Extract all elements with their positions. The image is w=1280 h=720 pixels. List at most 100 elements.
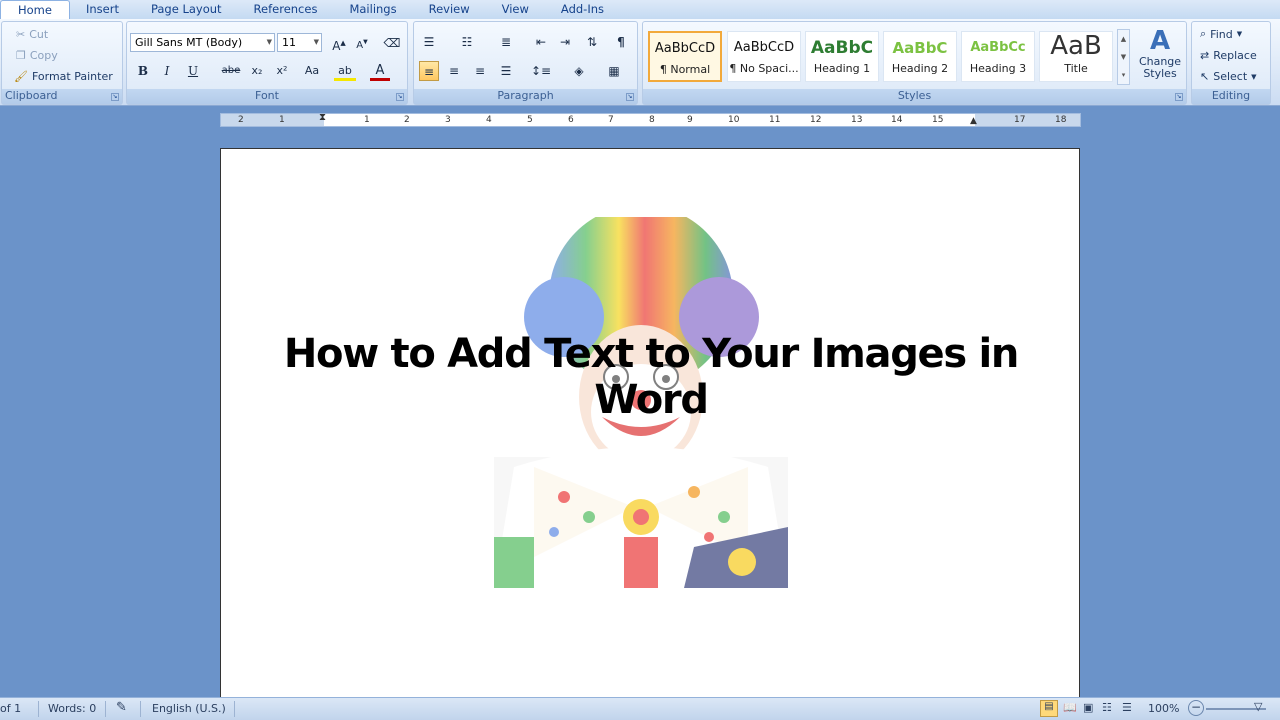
change-case-button[interactable]: Aa: [299, 61, 325, 81]
numbering-button[interactable]: ☷: [457, 32, 477, 52]
bullets-button[interactable]: ☰: [419, 32, 439, 52]
highlighter-icon: ab: [338, 64, 352, 77]
styles-dialog-launcher-icon[interactable]: ↘: [1175, 93, 1183, 101]
align-left-button[interactable]: ≡: [419, 61, 439, 81]
tab-view[interactable]: View: [486, 0, 545, 19]
cut-label: Cut: [29, 28, 49, 41]
page-count[interactable]: of 1: [0, 702, 21, 715]
status-separator: [234, 701, 235, 717]
paragraph-dialog-launcher-icon[interactable]: ↘: [626, 93, 634, 101]
scroll-down-icon[interactable]: ▼: [1118, 48, 1129, 66]
first-line-indent-marker-icon[interactable]: ⧗: [319, 112, 326, 123]
status-separator: [105, 701, 106, 717]
align-right-button[interactable]: ≡: [470, 61, 490, 81]
subscript-button[interactable]: x₂: [247, 61, 267, 81]
clipboard-dialog-launcher-icon[interactable]: ↘: [111, 93, 119, 101]
font-color-button[interactable]: A: [370, 61, 390, 81]
zoom-slider-thumb-icon[interactable]: ▽: [1254, 700, 1262, 713]
outline-view-icon[interactable]: ☷: [1102, 701, 1112, 714]
binoculars-icon: ⌕: [1200, 27, 1207, 40]
styles-gallery-scroll[interactable]: ▲ ▼ ▾: [1117, 29, 1130, 85]
decrease-indent-button[interactable]: ⇤: [531, 32, 551, 52]
clear-formatting-button[interactable]: ⌫: [382, 33, 402, 53]
paintbrush-icon: 🖌: [14, 70, 28, 83]
sort-button[interactable]: ⇅: [582, 32, 602, 52]
tab-references[interactable]: References: [238, 0, 334, 19]
style-name: Heading 3: [969, 62, 1027, 75]
line-spacing-icon: ↕≡: [530, 64, 552, 78]
strikethrough-button[interactable]: abe: [221, 61, 241, 81]
proofing-icon[interactable]: ✎: [116, 700, 127, 715]
style-name: ¶ No Spaci...: [729, 62, 799, 75]
status-bar: of 1 Words: 0 ✎ English (U.S.) ▤ 📖 ▣ ☷ ☰…: [0, 697, 1280, 720]
paragraph-group: ☰ ☷ ≣ ⇤ ⇥ ⇅ ¶ ≡ ≡ ≡ ☰ ↕≡ ◈ ▦ Paragraph ↘: [413, 21, 638, 105]
style-normal[interactable]: AaBbCcD ¶ Normal: [648, 31, 722, 82]
paint-bucket-icon: ◈: [574, 64, 584, 78]
shading-button[interactable]: ◈: [564, 61, 594, 81]
web-layout-view-icon[interactable]: ▣: [1083, 701, 1093, 714]
full-screen-reading-view-icon[interactable]: 📖: [1063, 701, 1077, 714]
font-size-select[interactable]: 11 ▼: [277, 33, 322, 52]
change-styles-button[interactable]: A Change Styles: [1135, 26, 1185, 86]
status-separator: [140, 701, 141, 717]
style-name: ¶ Normal: [659, 63, 711, 76]
bullet-list-icon: ☰: [423, 35, 435, 49]
ruler-number: 15: [932, 115, 944, 125]
tab-review[interactable]: Review: [413, 0, 486, 19]
tab-insert[interactable]: Insert: [70, 0, 135, 19]
underline-button[interactable]: U: [183, 61, 203, 81]
font-name-select[interactable]: Gill Sans MT (Body) ▼: [130, 33, 275, 52]
gallery-more-icon[interactable]: ▾: [1118, 66, 1129, 84]
zoom-out-icon[interactable]: −: [1188, 700, 1204, 716]
style-name: Title: [1064, 62, 1088, 75]
style-heading-2[interactable]: AaBbC Heading 2: [883, 31, 957, 82]
show-hide-marks-button[interactable]: ¶: [611, 32, 631, 52]
clipboard-group: ✂ Cut ❐ Copy 🖌 Format Painter Clipboard …: [1, 21, 123, 105]
zoom-level[interactable]: 100%: [1148, 702, 1179, 715]
print-layout-view-icon[interactable]: ▤: [1040, 700, 1058, 717]
document-page[interactable]: How to Add Text to Your Images in Word: [220, 148, 1080, 708]
select-button[interactable]: ↖ Select ▼: [1200, 70, 1257, 83]
increase-indent-button[interactable]: ⇥: [555, 32, 575, 52]
tab-home[interactable]: Home: [0, 0, 70, 19]
tab-page-layout[interactable]: Page Layout: [135, 0, 238, 19]
style-heading-3[interactable]: AaBbCc Heading 3: [961, 31, 1035, 82]
style-heading-1[interactable]: AaBbC Heading 1: [805, 31, 879, 82]
find-button[interactable]: ⌕ Find ▼: [1200, 27, 1242, 41]
pilcrow-icon: ¶: [617, 35, 625, 49]
word-count[interactable]: Words: 0: [48, 702, 96, 715]
font-dialog-launcher-icon[interactable]: ↘: [396, 93, 404, 101]
italic-button[interactable]: I: [157, 61, 177, 81]
chevron-down-icon: ▼: [1236, 30, 1243, 38]
tab-mailings[interactable]: Mailings: [333, 0, 412, 19]
align-center-button[interactable]: ≡: [444, 61, 464, 81]
copy-button[interactable]: ❐ Copy: [16, 49, 58, 62]
ruler-number: 18: [1055, 115, 1067, 125]
style-no-spacing[interactable]: AaBbCcD ¶ No Spaci...: [727, 31, 801, 82]
shrink-font-icon: A▼: [356, 39, 368, 52]
right-indent-marker-icon[interactable]: ▲: [970, 116, 977, 126]
superscript-button[interactable]: x²: [272, 61, 292, 81]
draft-view-icon[interactable]: ☰: [1122, 701, 1132, 714]
bold-button[interactable]: B: [133, 61, 153, 81]
replace-button[interactable]: ⇄ Replace: [1200, 49, 1257, 62]
ruler-number: 12: [810, 115, 822, 125]
document-heading[interactable]: How to Add Text to Your Images in Word: [221, 331, 1081, 423]
ruler-number: 7: [608, 115, 614, 125]
shrink-font-button[interactable]: A▼: [352, 33, 372, 53]
scroll-up-icon[interactable]: ▲: [1118, 30, 1129, 48]
cut-button[interactable]: ✂ Cut: [16, 28, 48, 41]
justify-button[interactable]: ☰: [496, 61, 516, 81]
styles-group-label: Styles: [643, 89, 1186, 104]
highlight-color-button[interactable]: ab: [334, 61, 356, 81]
horizontal-ruler[interactable]: 2 1 1 2 3 4 5 6 7 8 9 10 11 12 13 14 15 …: [220, 112, 1081, 127]
borders-button[interactable]: ▦: [599, 61, 629, 81]
style-title[interactable]: AaB Title: [1039, 31, 1113, 82]
multilevel-list-button[interactable]: ≣: [496, 32, 516, 52]
line-spacing-button[interactable]: ↕≡: [527, 61, 555, 81]
language-indicator[interactable]: English (U.S.): [152, 702, 226, 715]
format-painter-button[interactable]: 🖌 Format Painter: [14, 70, 113, 83]
grow-font-button[interactable]: A▲: [329, 33, 349, 53]
tab-add-ins[interactable]: Add-Ins: [545, 0, 620, 19]
ruler-number: 10: [728, 115, 740, 125]
